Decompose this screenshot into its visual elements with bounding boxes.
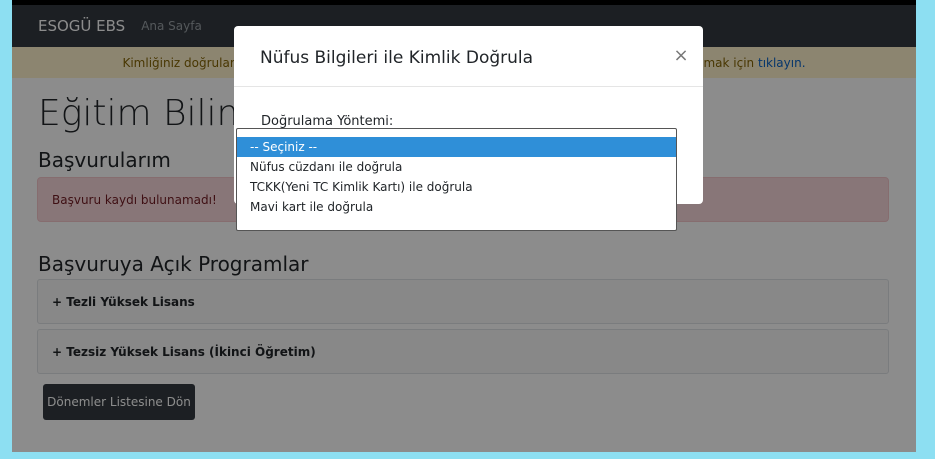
screen-frame-right [916,0,935,459]
select-option[interactable]: -- Seçiniz -- [237,137,676,157]
modal-header: Nüfus Bilgileri ile Kimlik Doğrula × [234,26,703,87]
select-option[interactable]: Nüfus cüzdanı ile doğrula [237,157,676,177]
screen-frame-left [0,0,12,459]
method-label: Doğrulama Yöntemi: [261,114,394,129]
screen-frame-bottom [0,452,935,459]
method-select-dropdown[interactable]: -- Seçiniz -- Nüfus cüzdanı ile doğrula … [236,128,677,231]
select-option[interactable]: TCKK(Yeni TC Kimlik Kartı) ile doğrula [237,177,676,197]
modal-title: Nüfus Bilgileri ile Kimlik Doğrula [260,48,534,68]
select-option[interactable]: Mavi kart ile doğrula [237,197,676,217]
close-icon[interactable]: × [671,46,691,66]
